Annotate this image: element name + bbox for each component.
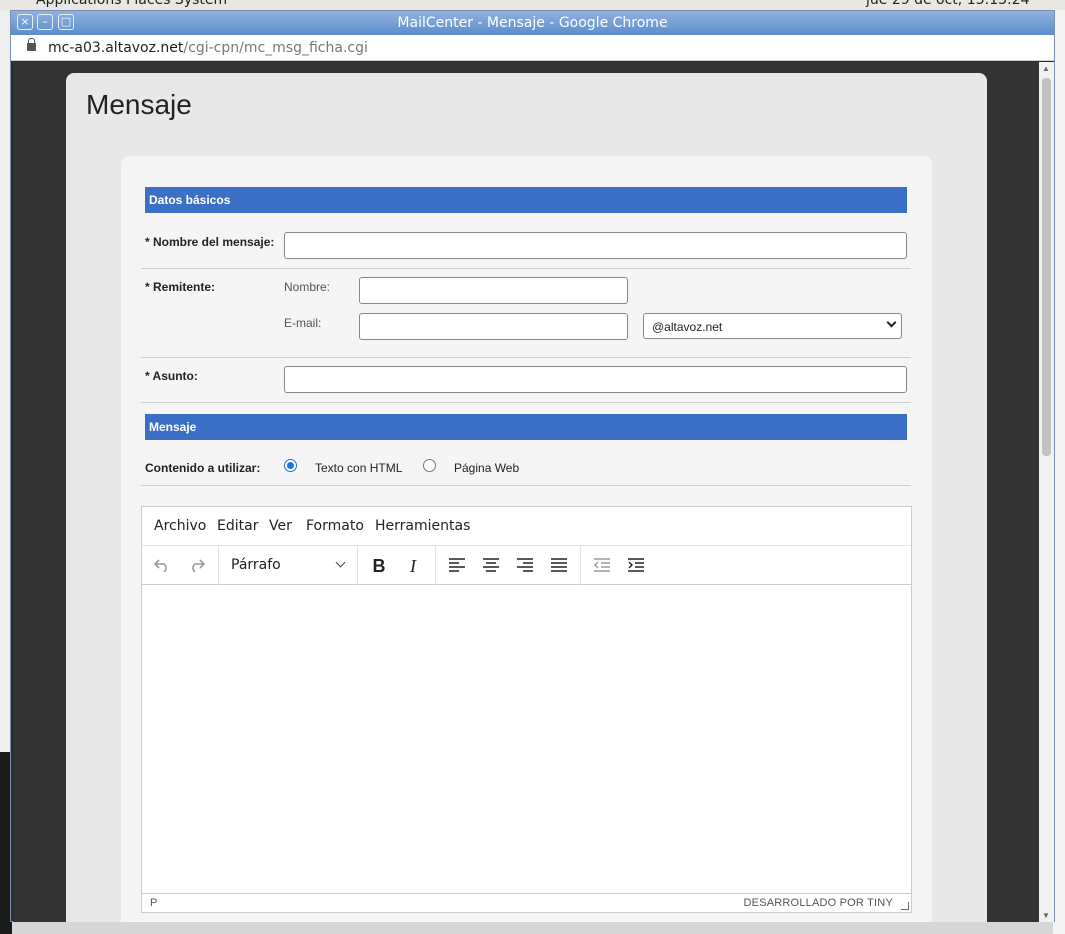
rich-text-editor: Archivo Editar Ver Formato Herramientas: [141, 506, 912, 913]
resize-handle-icon[interactable]: [901, 902, 909, 910]
desktop-top-panel: Applications Places System jue 29 de oct…: [0, 0, 1065, 10]
editor-menubar: Archivo Editar Ver Formato Herramientas: [142, 507, 911, 546]
editor-content-area[interactable]: [142, 586, 911, 894]
message-name-label: * Nombre del mensaje:: [145, 235, 275, 249]
desktop-panel-menus[interactable]: Applications Places System: [36, 0, 227, 8]
align-left-icon[interactable]: [445, 554, 469, 578]
content-type-html-label[interactable]: Texto con HTML: [315, 461, 402, 475]
redo-icon[interactable]: [185, 554, 209, 578]
divider: [141, 357, 911, 358]
browser-window: × – □ MailCenter - Mensaje - Google Chro…: [10, 10, 1055, 922]
menu-ver[interactable]: Ver: [269, 518, 292, 534]
divider: [141, 402, 911, 403]
sender-name-input[interactable]: [359, 277, 628, 304]
message-modal: Mensaje Datos básicos * Nombre del mensa…: [66, 73, 987, 922]
window-titlebar[interactable]: × – □ MailCenter - Mensaje - Google Chro…: [11, 11, 1054, 35]
section-basic-data: Datos básicos: [145, 187, 907, 213]
message-form: Datos básicos * Nombre del mensaje: * Re…: [121, 156, 932, 922]
divider: [141, 485, 911, 486]
align-right-icon[interactable]: [513, 554, 537, 578]
align-center-icon[interactable]: [479, 554, 503, 578]
editor-statusbar: P DESARROLLADO POR TINY: [142, 893, 911, 912]
scroll-up-arrow-icon[interactable]: ▲: [1042, 64, 1050, 73]
sender-email-label: E-mail:: [284, 316, 322, 330]
toolbar-separator: [580, 546, 581, 585]
sender-email-input[interactable]: [359, 313, 628, 340]
toolbar-separator: [357, 546, 358, 585]
italic-icon[interactable]: I: [401, 554, 425, 578]
align-justify-icon[interactable]: [547, 554, 571, 578]
message-name-input[interactable]: [284, 232, 907, 259]
url-text[interactable]: mc-a03.altavoz.net/cgi-cpn/mc_msg_ficha.…: [48, 40, 368, 56]
scroll-down-arrow-icon[interactable]: ▼: [1042, 911, 1050, 920]
page-scrollbar[interactable]: ▲ ▼: [1039, 62, 1054, 922]
chevron-down-icon: [886, 317, 897, 328]
content-type-webpage-label[interactable]: Página Web: [454, 461, 519, 475]
email-domain-select[interactable]: @altavoz.net: [643, 313, 902, 339]
window-title: MailCenter - Mensaje - Google Chrome: [397, 15, 668, 31]
url-host: mc-a03.altavoz.net: [48, 40, 184, 56]
bold-icon[interactable]: B: [367, 554, 391, 578]
menu-formato[interactable]: Formato: [306, 518, 364, 534]
sender-label: * Remitente:: [145, 280, 216, 294]
section-message: Mensaje: [145, 414, 907, 440]
page-viewport: Mensaje Datos básicos * Nombre del mensa…: [13, 62, 1039, 922]
outdent-icon[interactable]: [590, 554, 614, 578]
element-path[interactable]: P: [150, 897, 157, 909]
background-taskbar: [12, 920, 1053, 934]
url-path: /cgi-cpn/mc_msg_ficha.cgi: [183, 40, 368, 56]
email-domain-value: @altavoz.net: [652, 320, 723, 334]
toolbar-separator: [435, 546, 436, 585]
powered-by-tiny-link[interactable]: DESARROLLADO POR TINY: [744, 897, 893, 909]
block-format-select[interactable]: Párrafo: [231, 557, 281, 573]
content-type-label: Contenido a utilizar:: [145, 461, 261, 475]
divider: [141, 268, 911, 269]
sender-name-label: Nombre:: [284, 280, 331, 294]
editor-toolbar: Párrafo B I: [142, 546, 911, 585]
subject-input[interactable]: [284, 366, 907, 393]
undo-icon[interactable]: [150, 554, 174, 578]
scrollbar-thumb[interactable]: [1042, 78, 1051, 456]
content-type-webpage-radio[interactable]: [423, 459, 436, 472]
menu-editar[interactable]: Editar: [217, 518, 258, 534]
desktop-panel-clock: jue 29 de oct, 13:13:24: [866, 0, 1030, 8]
lock-icon[interactable]: [27, 38, 36, 51]
address-bar[interactable]: mc-a03.altavoz.net/cgi-cpn/mc_msg_ficha.…: [11, 35, 1054, 61]
toolbar-separator: [218, 546, 219, 585]
chevron-down-icon[interactable]: [335, 557, 346, 568]
menu-archivo[interactable]: Archivo: [154, 518, 206, 534]
page-title: Mensaje: [86, 89, 192, 120]
subject-label: * Asunto:: [145, 369, 198, 383]
indent-icon[interactable]: [624, 554, 648, 578]
menu-herramientas[interactable]: Herramientas: [375, 518, 470, 534]
content-type-html-radio[interactable]: [284, 459, 297, 472]
